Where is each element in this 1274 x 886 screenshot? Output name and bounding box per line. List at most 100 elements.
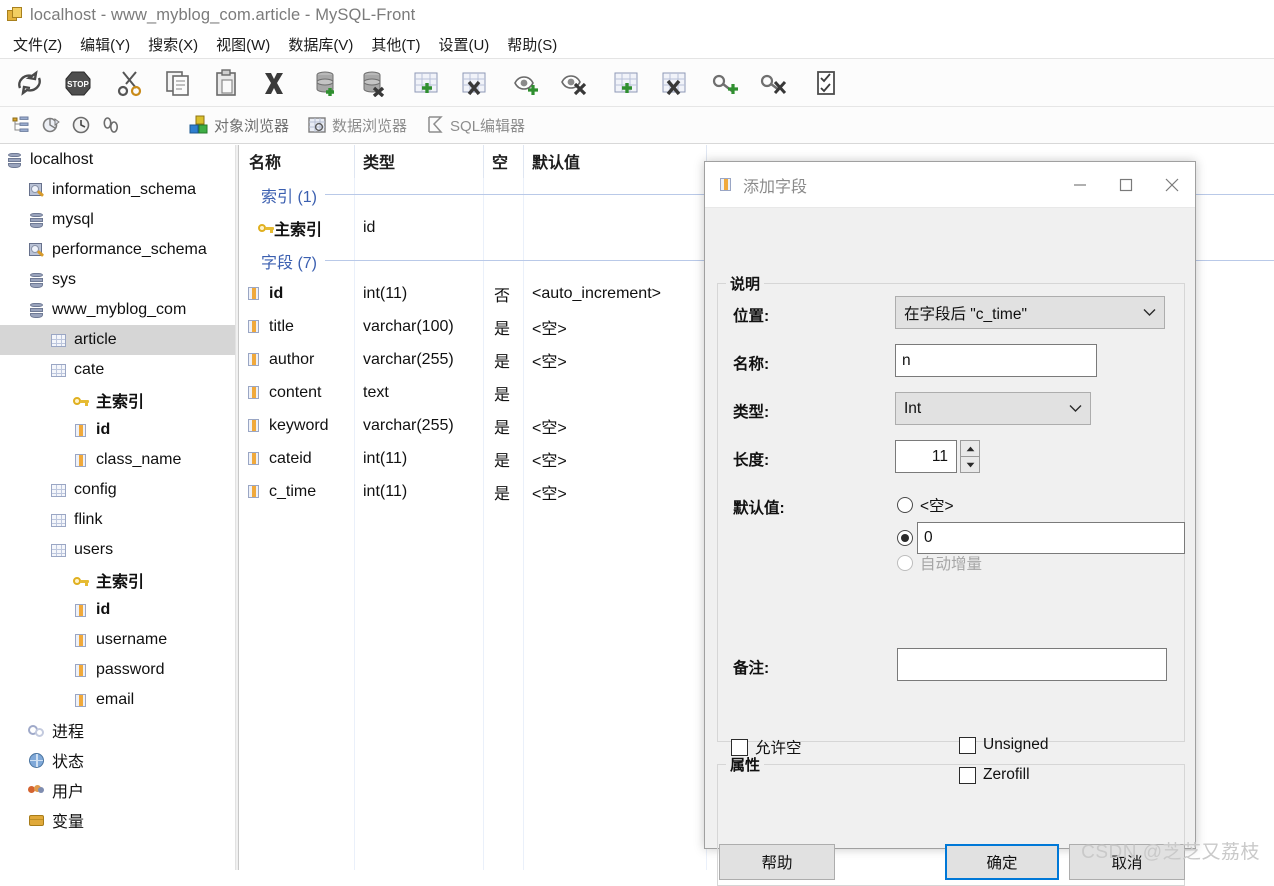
menu-search[interactable]: 搜索(X) (139, 32, 207, 57)
paste-icon[interactable] (202, 62, 250, 104)
length-value[interactable]: 11 (895, 440, 957, 473)
field-name: c_time (269, 482, 317, 500)
ok-button[interactable]: 确定 (945, 844, 1059, 880)
spinner-down-icon[interactable] (960, 456, 980, 473)
menu-help[interactable]: 帮助(S) (498, 32, 566, 57)
add-table-icon[interactable] (402, 62, 450, 104)
sidebar-item-class_name[interactable]: class_name (0, 445, 235, 475)
copy-icon[interactable] (154, 62, 202, 104)
tree-icon[interactable] (6, 110, 36, 140)
default-empty-radio[interactable] (897, 497, 913, 513)
structure-icon[interactable] (36, 110, 66, 140)
sidebar-item-flink[interactable]: flink (0, 505, 235, 535)
grid-col-null[interactable]: 空 (484, 145, 524, 178)
default-custom-radio[interactable] (897, 530, 913, 546)
sidebar-item-article[interactable]: article (0, 325, 235, 355)
tab-data-browser[interactable]: 数据浏览器 (302, 112, 416, 139)
sidebar-item-node22[interactable]: 变量 (0, 805, 235, 835)
comment-label-row: 备注: (733, 656, 769, 678)
length-stepper[interactable]: 11 (895, 440, 980, 473)
sidebar-item-mysql[interactable]: mysql (0, 205, 235, 235)
default-value-label: 默认值: (733, 500, 785, 517)
position-dropdown[interactable]: 在字段后 "c_time" (895, 296, 1165, 329)
history-icon[interactable] (66, 110, 96, 140)
help-button[interactable]: 帮助 (719, 844, 835, 880)
sidebar-item-localhost[interactable]: localhost (0, 145, 235, 175)
field-name: content (269, 383, 322, 401)
sidebar-item-id[interactable]: id (0, 595, 235, 625)
field-icon (245, 351, 262, 368)
length-spinner[interactable] (960, 440, 980, 473)
drop-database-icon[interactable] (350, 62, 398, 104)
field-type-dropdown[interactable]: Int (895, 392, 1091, 425)
spinner-up-icon[interactable] (960, 440, 980, 456)
delete-icon[interactable] (250, 62, 298, 104)
sidebar-item-password[interactable]: password (0, 655, 235, 685)
field-name-cell: content (241, 376, 355, 409)
refresh-icon[interactable] (6, 62, 54, 104)
allow-null-checkbox[interactable]: 允许空 (731, 736, 802, 758)
drop-view-icon[interactable] (550, 62, 598, 104)
default-value-input[interactable] (917, 522, 1185, 554)
sidebar-item-node14[interactable]: 主索引 (0, 565, 235, 595)
tab-object-browser[interactable]: 对象浏览器 (184, 112, 298, 139)
add-database-icon[interactable] (302, 62, 350, 104)
default-empty-option[interactable]: <空> (897, 494, 954, 516)
sidebar-item-node19[interactable]: 进程 (0, 715, 235, 745)
sidebar-item-performance_schema[interactable]: performance_schema (0, 235, 235, 265)
menu-settings[interactable]: 设置(U) (429, 32, 498, 57)
menu-other[interactable]: 其他(T) (362, 32, 429, 57)
dialog-minimize-button[interactable] (1057, 162, 1103, 207)
sidebar-item-node21[interactable]: 用户 (0, 775, 235, 805)
menu-file[interactable]: 文件(Z) (4, 32, 71, 57)
add-view-icon[interactable] (502, 62, 550, 104)
sidebar-splitter[interactable] (235, 145, 239, 870)
default-custom-option[interactable] (897, 522, 1185, 554)
add-field-icon[interactable] (602, 62, 650, 104)
drop-table-icon[interactable] (450, 62, 498, 104)
sidebar-item-information_schema[interactable]: information_schema (0, 175, 235, 205)
sidebar-item-cate[interactable]: cate (0, 355, 235, 385)
grid-col-name[interactable]: 名称 (241, 145, 355, 178)
comment-input[interactable] (897, 648, 1167, 681)
sidebar-item-label: sys (52, 271, 76, 288)
cut-icon[interactable] (106, 62, 154, 104)
dialog-maximize-button[interactable] (1103, 162, 1149, 207)
unsigned-checkbox[interactable]: Unsigned (959, 736, 1049, 754)
field-name-input[interactable] (895, 344, 1097, 377)
check-table-icon[interactable] (802, 62, 850, 104)
sidebar-item-username[interactable]: username (0, 625, 235, 655)
field-type-cell: int(11) (355, 442, 484, 475)
drop-field-icon[interactable] (650, 62, 698, 104)
sidebar-item-id[interactable]: id (0, 415, 235, 445)
zerofill-checkbox-box[interactable] (959, 766, 976, 784)
stop-icon[interactable]: STOP (54, 62, 102, 104)
sidebar-item-node8[interactable]: 主索引 (0, 385, 235, 415)
allow-null-checkbox-box[interactable] (731, 738, 748, 756)
sidebar-item-sys[interactable]: sys (0, 265, 235, 295)
menu-edit[interactable]: 编辑(Y) (71, 32, 139, 57)
grid-col-type[interactable]: 类型 (355, 145, 484, 178)
zerofill-checkbox[interactable]: Zerofill (959, 766, 1030, 784)
menu-view[interactable]: 视图(W) (207, 32, 279, 57)
object-tree[interactable]: localhost information_schema mysql performa… (0, 145, 235, 870)
sidebar-item-config[interactable]: config (0, 475, 235, 505)
default-empty-label: <空> (920, 498, 954, 515)
dialog-close-button[interactable] (1149, 162, 1195, 207)
drop-index-icon[interactable] (750, 62, 798, 104)
sidebar-item-label: performance_schema (52, 241, 207, 258)
cancel-button[interactable]: 取消 (1069, 844, 1185, 880)
sidebar-item-users[interactable]: users (0, 535, 235, 565)
grid-col-default[interactable]: 默认值 (524, 145, 707, 178)
sidebar-item-email[interactable]: email (0, 685, 235, 715)
add-index-icon[interactable] (702, 62, 750, 104)
sidebar-item-label: localhost (30, 151, 94, 168)
tab-sql-editor[interactable]: SQL编辑器 (420, 112, 534, 139)
steps-icon[interactable] (96, 110, 126, 140)
unsigned-checkbox-box[interactable] (959, 736, 976, 754)
tab-sql-editor-label: SQL编辑器 (450, 117, 526, 135)
sidebar-item-www_myblog_com[interactable]: www_myblog_com (0, 295, 235, 325)
dialog-titlebar[interactable]: 添加字段 (705, 162, 1195, 208)
menu-database[interactable]: 数据库(V) (279, 32, 362, 57)
sidebar-item-node20[interactable]: 状态 (0, 745, 235, 775)
